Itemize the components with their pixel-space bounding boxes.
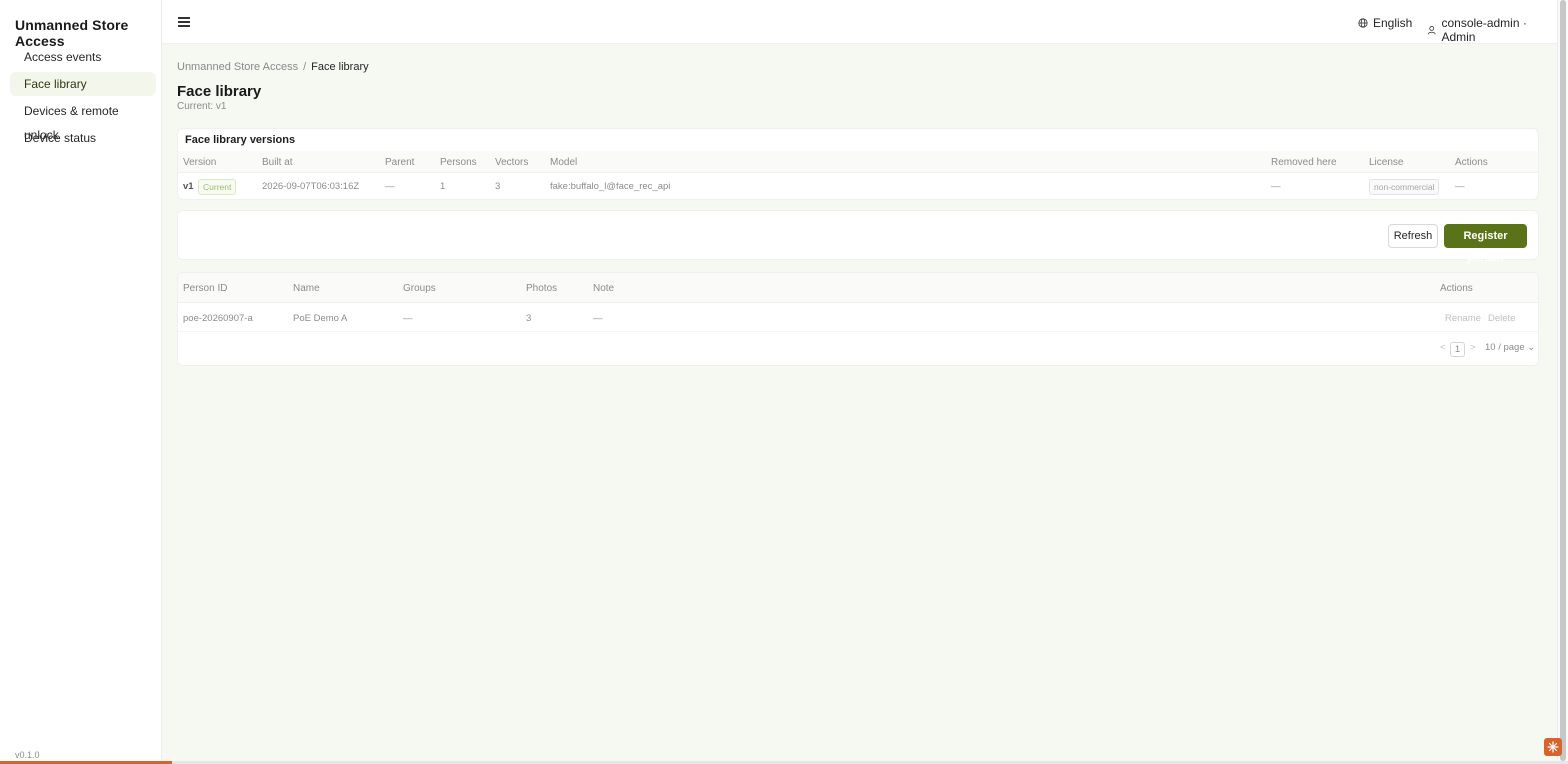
column-header-removed-here: Removed here [1271, 157, 1337, 168]
column-header-note: Note [593, 283, 615, 294]
column-header-photos: Photos [526, 283, 558, 294]
sidebar-item-access-events[interactable]: Access events [10, 45, 156, 69]
column-header-parent: Parent [385, 157, 415, 168]
model-cell: fake:buffalo_l@face_rec_api [550, 181, 671, 192]
breadcrumb: Unmanned Store Access / Face library [177, 61, 369, 73]
sparkle-icon [1547, 741, 1559, 753]
vectors-cell: 3 [495, 181, 501, 192]
person-name-cell: PoE Demo A [293, 313, 348, 324]
person-groups-cell: — [403, 313, 413, 324]
column-header-actions: Actions [1455, 157, 1488, 168]
versions-card: Face library versions Version Built at P… [177, 128, 1539, 200]
breadcrumb-current: Face library [311, 61, 369, 73]
column-header-person-actions: Actions [1440, 283, 1473, 294]
version-cell: v1 [183, 181, 194, 192]
license-badge: non-commercial [1369, 179, 1440, 195]
sidebar-nav: Access events Face library Devices & rem… [10, 45, 156, 153]
chevron-down-icon: ⌄ [1527, 342, 1536, 353]
sidebar-item-device-status[interactable]: Device status [10, 126, 156, 150]
table-row: v1 Current 2026-09-07T06:03:16Z — 1 3 fa… [178, 174, 1538, 198]
user-icon [1427, 26, 1436, 35]
page-size-label: 10 / page [1485, 342, 1525, 353]
table-row: poe-20260907-a PoE Demo A — 3 — Rename D… [178, 304, 1538, 332]
versions-table-header: Version Built at Parent Persons Vectors … [178, 151, 1538, 173]
user-menu[interactable]: console-admin · Admin [1427, 16, 1557, 44]
sidebar-item-devices-remote-unlock[interactable]: Devices & remote unlock [10, 99, 156, 142]
rename-link[interactable]: Rename [1445, 313, 1481, 324]
column-header-name: Name [293, 283, 320, 294]
breadcrumb-root[interactable]: Unmanned Store Access [177, 61, 298, 73]
language-selector[interactable]: English [1358, 16, 1412, 30]
breadcrumb-separator: / [303, 61, 307, 73]
globe-icon [1358, 18, 1368, 28]
refresh-button[interactable]: Refresh [1388, 224, 1438, 248]
page-title: Face library [177, 83, 262, 100]
person-id-cell: poe-20260907-a [183, 313, 253, 324]
top-header: English console-admin · Admin [162, 0, 1557, 44]
page-subtitle: Current: v1 [177, 101, 227, 112]
persons-table-header: Person ID Name Groups Photos Note Action… [178, 273, 1538, 303]
column-header-persons: Persons [440, 157, 477, 168]
delete-link[interactable]: Delete [1488, 313, 1515, 324]
person-note-cell: — [593, 313, 603, 324]
person-photos-cell: 3 [526, 313, 532, 324]
column-header-person-id: Person ID [183, 283, 228, 294]
language-label: English [1373, 16, 1413, 30]
current-badge: Current [198, 179, 237, 195]
user-label: console-admin · Admin [1441, 16, 1527, 44]
register-person-button[interactable]: Register person [1444, 224, 1527, 264]
parent-cell: — [385, 181, 395, 192]
built-at-cell: 2026-09-07T06:03:16Z [262, 181, 360, 192]
page-size-select[interactable]: 10 / page ⌄ [1485, 342, 1535, 358]
removed-here-cell: — [1271, 181, 1281, 192]
sidebar: Unmanned Store Access Access events Face… [0, 0, 162, 764]
scrollbar-thumb[interactable] [1560, 0, 1566, 761]
versions-card-title: Face library versions [185, 134, 296, 146]
app-version: v0.1.0 [15, 750, 40, 760]
column-header-built-at: Built at [262, 157, 293, 168]
assistant-icon[interactable] [1544, 738, 1562, 756]
page-scrollbar[interactable] [1557, 0, 1568, 761]
persons-cell: 1 [440, 181, 446, 192]
pagination-page-1[interactable]: 1 [1450, 342, 1465, 357]
column-header-vectors: Vectors [495, 157, 529, 168]
menu-icon[interactable] [178, 17, 190, 27]
toolbar-card: Refresh Register person [177, 210, 1539, 264]
column-header-groups: Groups [403, 283, 436, 294]
sidebar-item-face-library[interactable]: Face library [10, 72, 156, 96]
column-header-license: License [1369, 157, 1404, 168]
column-header-version: Version [183, 157, 217, 168]
column-header-model: Model [550, 157, 578, 168]
pagination-next-button[interactable]: > [1470, 342, 1476, 358]
version-actions-cell: — [1455, 181, 1465, 192]
pagination-prev-button[interactable]: < [1440, 342, 1446, 358]
persons-card: Person ID Name Groups Photos Note Action… [177, 272, 1539, 366]
